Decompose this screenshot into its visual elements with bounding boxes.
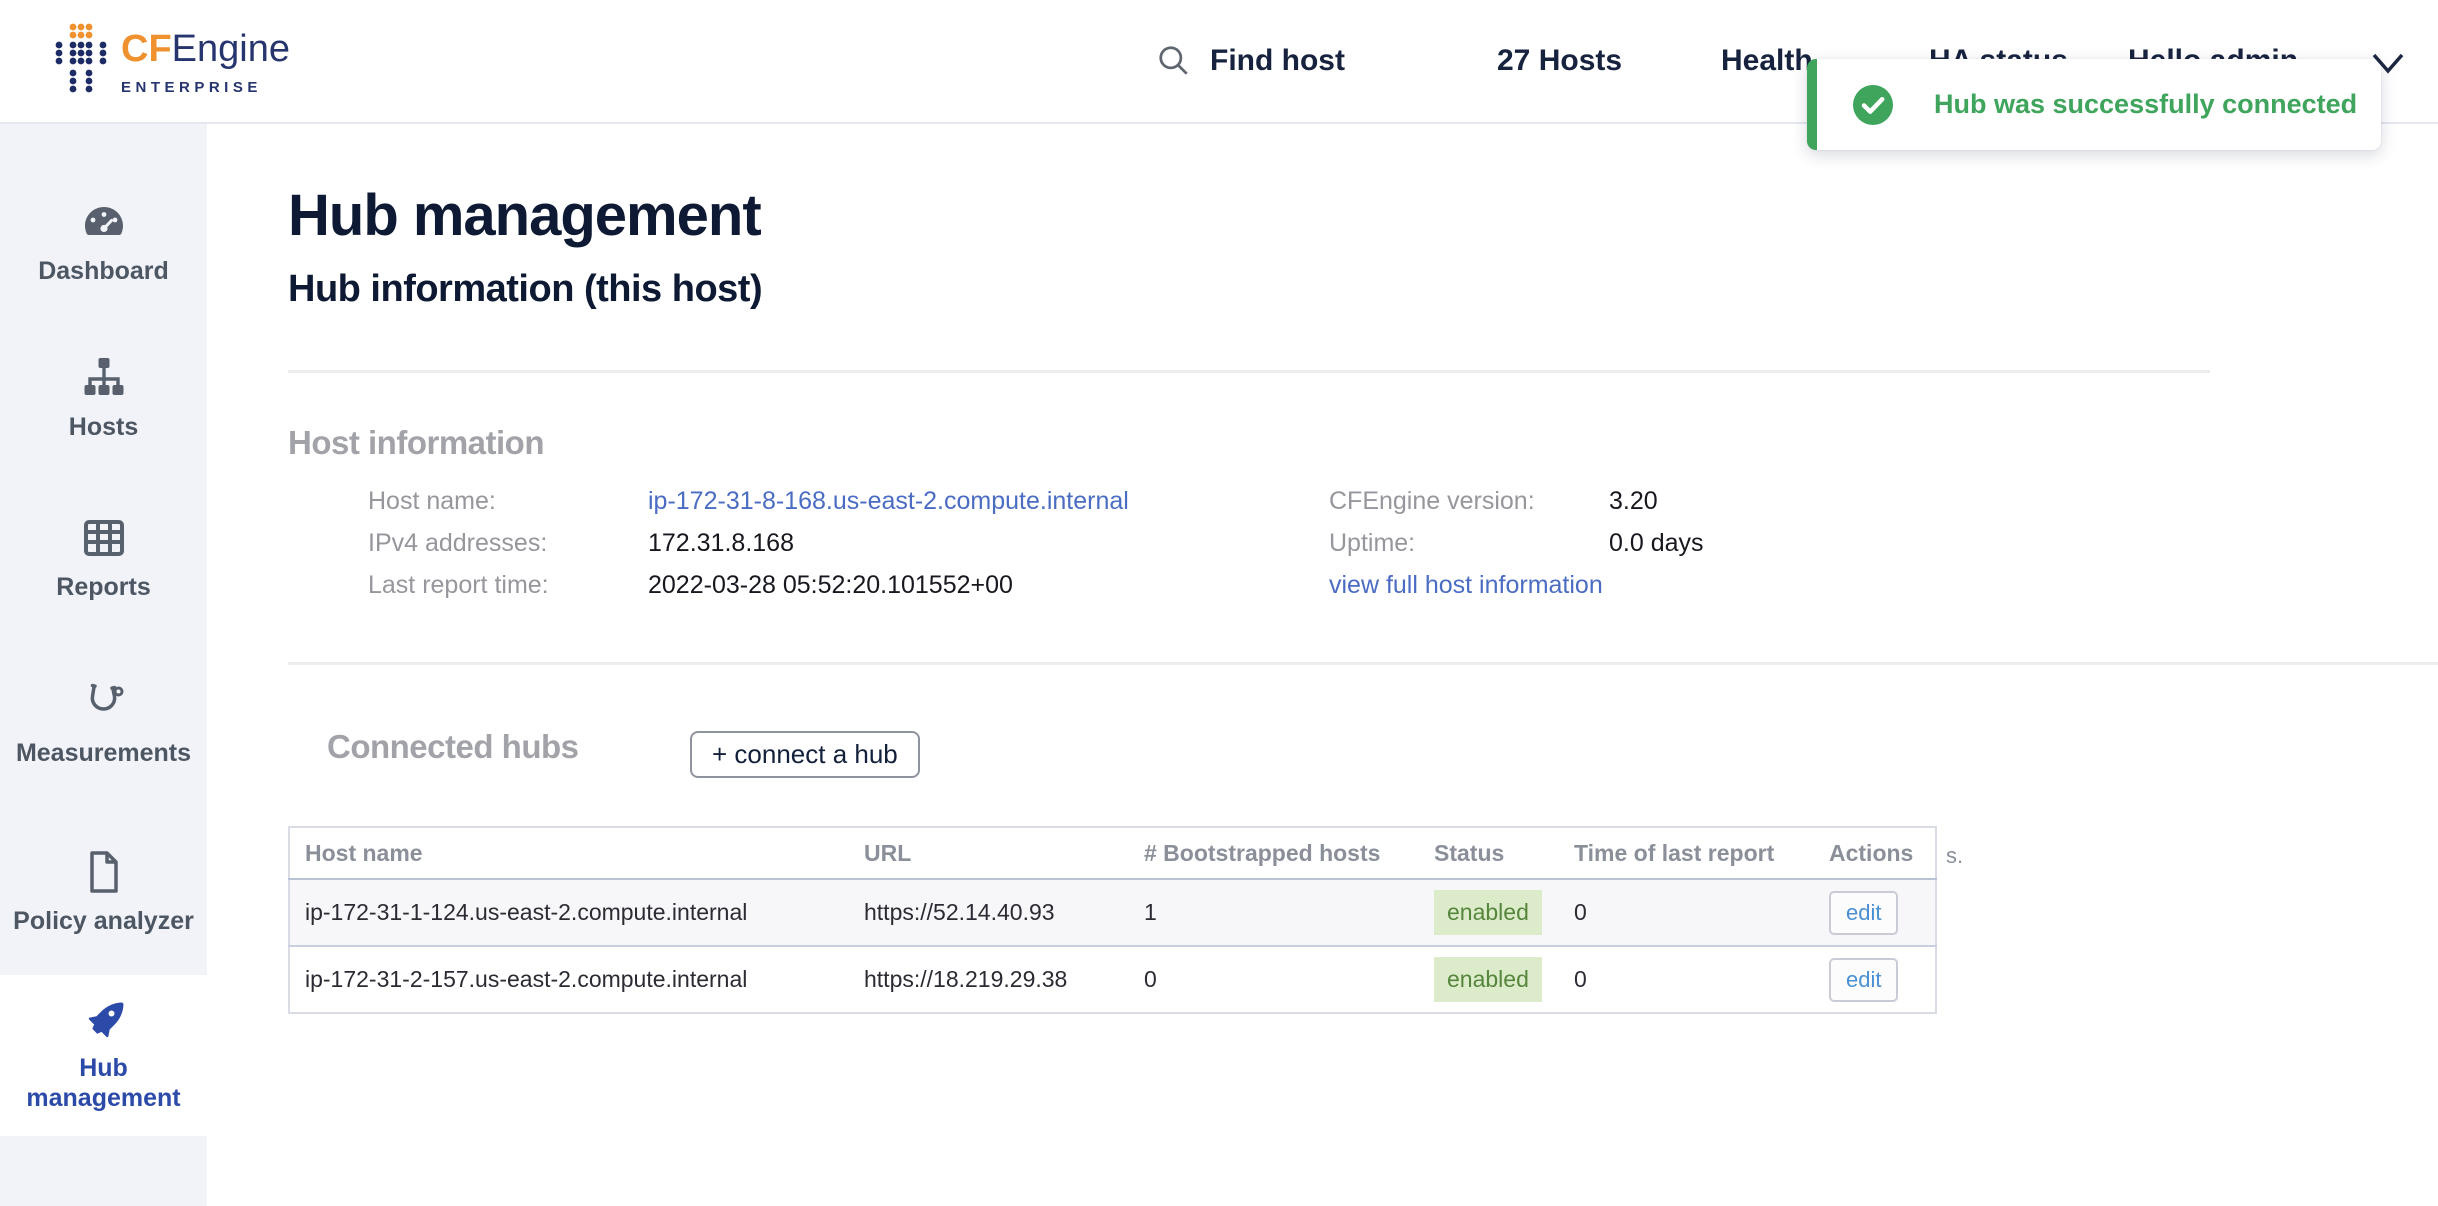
sidebar-item-label: Hub management (24, 1053, 184, 1113)
cell-url: https://52.14.40.93 (849, 879, 1129, 946)
status-badge: enabled (1434, 957, 1542, 1002)
sidebar-item-reports[interactable]: Reports (0, 514, 207, 602)
sidebar-item-measurements[interactable]: Measurements (0, 680, 207, 768)
sidebar-item-hosts[interactable]: Hosts (0, 354, 207, 442)
find-host-button[interactable]: Find host (1156, 0, 1345, 122)
divider (288, 662, 2438, 665)
cell-time-of-last-report: 0 (1559, 879, 1814, 946)
ipv4-value: 172.31.8.168 (648, 528, 794, 558)
check-circle-icon (1853, 85, 1893, 125)
host-name-label: Host name: (368, 486, 496, 516)
column-header-host-name: Host name (289, 827, 849, 879)
last-report-label: Last report time: (368, 570, 549, 600)
sidebar-item-label: Reports (0, 572, 207, 602)
uptime-value: 0.0 days (1609, 528, 1704, 558)
logo-enterprise: ENTERPRISE (121, 79, 290, 96)
sidebar-item-label: Policy analyzer (0, 906, 207, 936)
overflow-text-fragment: s. (1946, 843, 1963, 869)
column-header-status: Status (1419, 827, 1559, 879)
column-header-actions: Actions (1814, 827, 1936, 879)
gauge-icon (0, 198, 207, 246)
cfengine-logo[interactable]: CFEngine ENTERPRISE (54, 22, 290, 96)
cfengine-version-label: CFEngine version: (1329, 486, 1535, 516)
cell-host-name: ip-172-31-2-157.us-east-2.compute.intern… (289, 946, 849, 1013)
sidebar: Dashboard Hosts Reports (0, 124, 207, 1206)
cell-bootstrapped-hosts: 0 (1129, 946, 1419, 1013)
last-report-value: 2022-03-28 05:52:20.101552+00 (648, 570, 1013, 600)
page-title: Hub management (288, 182, 761, 249)
screen: CFEngine ENTERPRISE Find host 27 Hosts H… (0, 0, 2438, 1206)
nav-hosts-count[interactable]: 27 Hosts (1497, 0, 1622, 122)
sidebar-item-label: Measurements (0, 738, 207, 768)
rocket-icon (0, 997, 207, 1045)
cell-status: enabled (1419, 946, 1559, 1013)
cell-url: https://18.219.29.38 (849, 946, 1129, 1013)
chevron-down-icon[interactable] (2371, 52, 2405, 76)
table-header-row: Host name URL # Bootstrapped hosts Statu… (289, 827, 1936, 879)
table-row: ip-172-31-2-157.us-east-2.compute.intern… (289, 946, 1936, 1013)
uptime-label: Uptime: (1329, 528, 1415, 558)
status-badge: enabled (1434, 890, 1542, 935)
logo-cf: CF (121, 28, 172, 70)
cfengine-logo-robot-icon (54, 22, 108, 96)
find-host-label: Find host (1210, 44, 1345, 78)
cell-host-name: ip-172-31-1-124.us-east-2.compute.intern… (289, 879, 849, 946)
cell-status: enabled (1419, 879, 1559, 946)
document-icon (0, 848, 207, 896)
sitemap-icon (0, 354, 207, 402)
cell-actions: edit (1814, 879, 1936, 946)
toast-message: Hub was successfully connected (1934, 89, 2357, 120)
column-header-bootstrapped-hosts: # Bootstrapped hosts (1129, 827, 1419, 879)
cell-actions: edit (1814, 946, 1936, 1013)
success-toast: Hub was successfully connected (1807, 59, 2381, 150)
column-header-time-of-last-report: Time of last report (1559, 827, 1814, 879)
sidebar-item-dashboard[interactable]: Dashboard (0, 198, 207, 286)
divider (288, 370, 2210, 373)
view-full-host-information-link[interactable]: view full host information (1329, 570, 1603, 600)
connected-hubs-table: Host name URL # Bootstrapped hosts Statu… (288, 826, 1937, 1014)
table-icon (0, 514, 207, 562)
connected-hubs-heading: Connected hubs (327, 728, 579, 766)
connect-a-hub-button[interactable]: + connect a hub (690, 731, 920, 778)
edit-button[interactable]: edit (1829, 958, 1898, 1002)
nav-health[interactable]: Health (1721, 0, 1813, 122)
page-subtitle: Hub information (this host) (288, 268, 762, 311)
table-row: ip-172-31-1-124.us-east-2.compute.intern… (289, 879, 1936, 946)
sidebar-item-label: Dashboard (0, 256, 207, 286)
cfengine-logo-text: CFEngine ENTERPRISE (121, 22, 290, 96)
cell-bootstrapped-hosts: 1 (1129, 879, 1419, 946)
cell-time-of-last-report: 0 (1559, 946, 1814, 1013)
column-header-url: URL (849, 827, 1129, 879)
logo-engine: Engine (172, 28, 290, 70)
host-information-heading: Host information (288, 424, 544, 462)
host-name-link[interactable]: ip-172-31-8-168.us-east-2.compute.intern… (648, 486, 1129, 516)
stethoscope-icon (0, 680, 207, 728)
search-icon (1156, 43, 1192, 79)
sidebar-item-hub-management[interactable]: Hub management (0, 975, 207, 1136)
edit-button[interactable]: edit (1829, 891, 1898, 935)
sidebar-item-label: Hosts (0, 412, 207, 442)
sidebar-item-policy-analyzer[interactable]: Policy analyzer (0, 848, 207, 936)
cfengine-version-value: 3.20 (1609, 486, 1658, 516)
ipv4-label: IPv4 addresses: (368, 528, 547, 558)
